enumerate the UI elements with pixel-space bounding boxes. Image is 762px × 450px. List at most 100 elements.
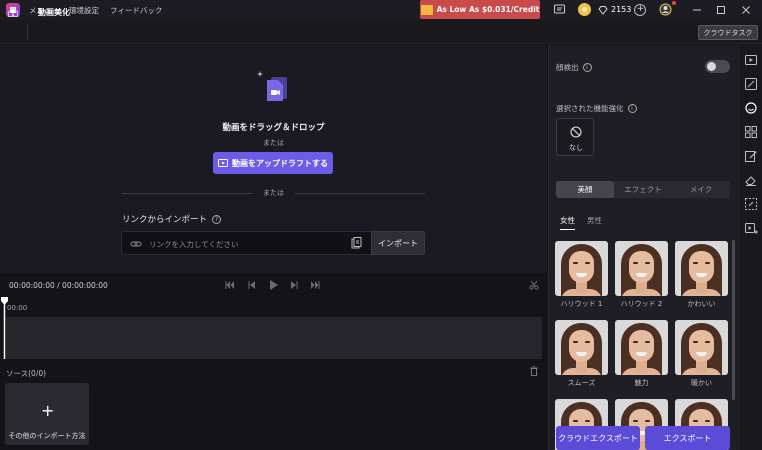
tab-divider [27,24,28,40]
link-placeholder: リンクを入力してください [149,240,239,249]
info-icon[interactable]: i [627,104,637,113]
timeline-track[interactable] [6,317,542,359]
close-button[interactable] [738,2,754,18]
edit-icon[interactable] [744,149,758,163]
next-frame-icon[interactable] [288,279,300,291]
credits-value: 2153 [611,5,632,14]
timecode: 00:00:00:00 / 00:00:00:00 [9,281,108,290]
video-preview-icon[interactable] [744,53,758,67]
drop-title: 動画をドラッグ＆ドロップ [222,123,325,133]
selected-enhance-text: 選択された機能強化 [556,104,624,113]
maximize-button[interactable] [713,2,729,18]
preset-card[interactable]: スムーズ [555,320,608,388]
selected-enhance-label: 選択された機能強化 i [556,103,637,114]
link-import-text: リンクからインポート [122,215,208,225]
video-file-icon [265,75,289,103]
tab-makeup[interactable]: メイク [672,181,730,198]
gift-icon [420,4,433,15]
enhance-brush-icon[interactable] [744,77,758,91]
menu-item-feedback[interactable]: フィードバック [110,5,162,16]
preset-card[interactable]: 暖かい [675,320,728,388]
trash-icon[interactable] [529,366,539,376]
play-icon[interactable] [267,279,279,291]
plus-icon: + [41,401,55,420]
export-button[interactable]: エクスポート [645,426,730,450]
preset-scrollbar[interactable] [732,240,735,400]
preset-thumbnail [675,320,728,375]
playhead[interactable] [1,297,8,359]
preset-card[interactable]: ハリウッド 1 [555,241,608,309]
tab-video-enhance[interactable]: 動画美化 [38,7,70,18]
cut-icon[interactable] [528,279,540,291]
none-option[interactable]: なし [556,118,594,156]
or-divider: または [122,188,425,198]
promo-banner[interactable]: As Low As $0.031/Credit [420,0,540,19]
upload-video-label: 動画をアップドラフトする [232,158,328,168]
preset-grid: ハリウッド 1 ハリウッド 2 かわいいスムーズ 魅力 暖かい [555,241,730,450]
import-button[interactable]: インポート [371,231,425,255]
tab-effect[interactable]: エフェクト [614,181,672,198]
link-input[interactable]: リンクを入力してください [121,231,371,255]
video-export-icon[interactable] [744,221,758,235]
tab-beauty[interactable]: 美顔 [556,181,614,198]
tab-female[interactable]: 女性 [560,215,575,230]
promo-text: As Low As $0.031/Credit [436,5,540,14]
grid-icon[interactable] [744,125,758,139]
ban-icon [570,126,582,138]
add-credits-icon[interactable]: + [634,3,647,16]
ruler-start-label: 00:00 [7,304,28,312]
face-beauty-icon[interactable] [744,101,758,115]
tab-male[interactable]: 男性 [587,215,602,230]
link-icon [130,238,142,250]
preset-thumbnail [615,320,668,375]
or-text: または [263,139,284,147]
home-icon[interactable] [6,5,20,19]
tab-bar [0,20,762,44]
face-detect-label: 顔検出 i [556,62,592,73]
preset-label: ハリウッド 1 [560,300,603,308]
gender-tabs: 女性 男性 [560,215,602,230]
menu-item-preferences[interactable]: 環境設定 [69,5,99,16]
skip-start-icon[interactable] [224,279,236,291]
video-upload-icon [218,158,228,168]
preset-card[interactable]: 魅力 [615,320,668,388]
none-label: なし [569,144,583,152]
coin-icon[interactable] [578,3,591,16]
magic-select-icon[interactable] [744,197,758,211]
source-label: ソース(0/0) [6,369,47,378]
diamond-icon [598,5,608,15]
preset-label: ハリウッド 2 [620,300,663,308]
cloud-export-button[interactable]: クラウドエクスポート [556,426,640,450]
face-detect-text: 顔検出 [556,63,579,72]
info-icon[interactable]: i [582,63,592,72]
preset-thumbnail [615,241,668,296]
clipboard-icon [351,237,362,249]
sparkle-icon [257,71,263,77]
divider-line-right [295,193,425,194]
more-import-label: その他のインポート方法 [8,432,86,440]
preset-label: 魅力 [634,379,649,387]
preset-thumbnail [675,241,728,296]
eraser-icon[interactable] [744,173,758,187]
more-import-button[interactable]: + その他のインポート方法 [5,383,89,445]
enhance-category-tabs: 美顔 エフェクト メイク [556,181,730,198]
preset-label: 暖かい [691,379,712,387]
skip-end-icon[interactable] [309,279,321,291]
user-avatar-icon[interactable] [659,3,672,16]
preset-card[interactable]: かわいい [675,241,728,309]
link-import-label: リンクからインポート ? [122,213,222,225]
paste-button[interactable] [341,231,371,255]
preset-card[interactable]: ハリウッド 2 [615,241,668,309]
cloud-task-button[interactable]: クラウドタスク [698,25,758,40]
notification-dot [672,1,676,5]
help-icon[interactable]: ? [212,214,222,224]
preset-label: かわいい [687,300,716,308]
preset-thumbnail [555,320,608,375]
upload-video-button[interactable]: 動画をアップドラフトする [213,152,333,174]
credits-counter[interactable]: 2153 + [598,2,647,17]
minimize-button[interactable] [689,2,705,18]
prev-frame-icon[interactable] [246,279,258,291]
message-icon[interactable] [553,3,566,16]
preset-thumbnail [555,241,608,296]
face-detect-toggle[interactable] [705,60,730,73]
